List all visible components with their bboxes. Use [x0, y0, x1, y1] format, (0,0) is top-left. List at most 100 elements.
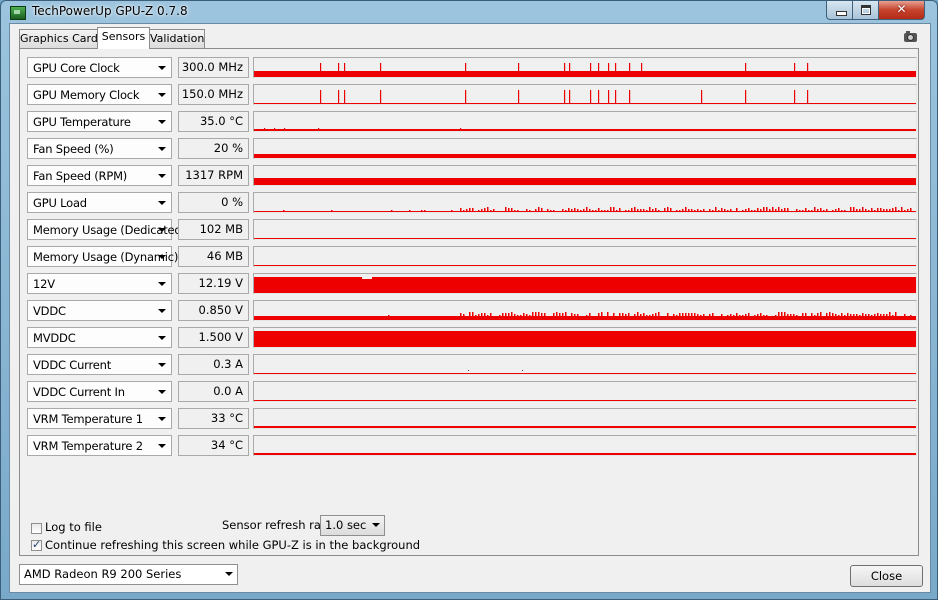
- sensor-graph-noise: [703, 209, 705, 212]
- sensor-graph-noise: [697, 314, 699, 317]
- sensor-graph-noise: [622, 313, 624, 317]
- sensor-graph-noise: [757, 208, 759, 212]
- close-button[interactable]: Close: [850, 565, 923, 587]
- sensor-graph-noise: [715, 207, 717, 212]
- sensor-graph-noise: [628, 313, 630, 317]
- sensor-select[interactable]: VDDC: [27, 300, 172, 321]
- maximize-button[interactable]: [852, 1, 879, 20]
- sensor-graph-noise: [823, 210, 825, 212]
- sensor-graph-noise: [451, 210, 453, 212]
- sensor-graph-noise: [853, 314, 855, 317]
- sensor-graph-noise: [883, 314, 885, 317]
- sensor-graph-noise: [565, 312, 567, 317]
- sensor-graph-noise: [796, 209, 798, 212]
- sensor-graph-noise: [631, 316, 633, 317]
- sensor-graph-noise: [331, 210, 333, 212]
- sensor-graph-noise: [298, 211, 300, 212]
- sensor-graph-noise: [619, 313, 621, 317]
- sensor-graph-noise: [751, 210, 753, 212]
- sensor-graph-noise: [694, 313, 696, 317]
- sensor-graph-noise: [652, 314, 654, 317]
- sensor-graph-noise: [475, 315, 477, 317]
- sensor-graph-noise: [664, 316, 666, 317]
- sensor-graph-noise: [487, 315, 489, 317]
- sensor-graph-noise: [421, 210, 423, 212]
- sensor-graph-noise: [283, 210, 285, 212]
- sensor-graph-noise: [805, 208, 807, 212]
- sensor-graph-spike: [465, 90, 467, 104]
- sensor-graph-noise: [553, 313, 555, 317]
- sensor-graph-noise: [289, 211, 291, 212]
- sensor-select[interactable]: Fan Speed (%): [27, 138, 172, 159]
- sensor-graph-noise: [541, 313, 543, 317]
- sensor-graph-noise: [550, 210, 552, 212]
- sensor-graph-spike: [274, 128, 276, 131]
- sensor-select[interactable]: 12V: [27, 273, 172, 294]
- sensor-select[interactable]: Memory Usage (Dynamic): [27, 246, 178, 267]
- sensor-graph-noise: [580, 210, 582, 212]
- sensor-graph-noise: [583, 209, 585, 212]
- sensor-graph: [253, 246, 917, 267]
- window-close-button[interactable]: [878, 1, 925, 20]
- sensor-graph-noise: [778, 312, 780, 317]
- sensor-graph-spike: [590, 90, 592, 104]
- chevron-down-icon: [158, 282, 166, 286]
- sensor-graph-noise: [493, 316, 495, 317]
- sensor-graph-fill: [254, 71, 916, 77]
- sensor-graph-noise: [703, 314, 705, 317]
- sensor-graph-noise: [847, 211, 849, 212]
- sensor-graph-spike: [344, 90, 346, 104]
- sensor-select[interactable]: VRM Temperature 2: [27, 435, 172, 456]
- sensor-select[interactable]: GPU Memory Clock: [27, 84, 172, 105]
- sensor-graph-noise: [688, 209, 690, 212]
- sensor-graph: [253, 381, 917, 402]
- sensor-graph-noise: [589, 313, 591, 317]
- sensor-select[interactable]: GPU Core Clock: [27, 57, 172, 78]
- sensor-select[interactable]: VDDC Current In: [27, 381, 172, 402]
- sensor-select[interactable]: VRM Temperature 1: [27, 408, 172, 429]
- sensor-select[interactable]: VDDC Current: [27, 354, 172, 375]
- tab-graphics-card[interactable]: Graphics Card: [19, 29, 98, 48]
- sensor-select[interactable]: Fan Speed (RPM): [27, 165, 172, 186]
- sensor-graph-noise: [658, 312, 660, 317]
- sensor-graph-noise: [772, 207, 774, 212]
- sensor-graph-spike: [615, 90, 617, 104]
- sensor-graph-noise: [685, 313, 687, 317]
- sensor-graph-noise: [484, 208, 486, 212]
- sensor-select[interactable]: MVDDC: [27, 327, 172, 348]
- log-to-file-checkbox[interactable]: [31, 523, 42, 534]
- sensor-graph-noise: [490, 210, 492, 212]
- sensor-graph-noise: [463, 314, 465, 317]
- tab-sensors[interactable]: Sensors: [97, 27, 150, 49]
- sensor-graph-plot: [254, 238, 916, 239]
- title-bar[interactable]: TechPowerUp GPU-Z 0.7.8: [1, 1, 937, 23]
- sensor-value: 0.3 A: [178, 354, 249, 375]
- sensor-graph-fill: [254, 238, 916, 239]
- minimize-button[interactable]: [826, 1, 853, 20]
- sensor-graph-noise: [574, 208, 576, 212]
- sensor-graph-noise: [592, 316, 594, 317]
- sensor-graph-noise: [781, 312, 783, 317]
- chevron-down-icon: [158, 309, 166, 313]
- sensor-select[interactable]: GPU Load: [27, 192, 172, 213]
- sensor-graph-noise: [628, 210, 630, 212]
- gpu-select[interactable]: AMD Radeon R9 200 Series: [19, 564, 238, 585]
- sensor-graph-spike: [745, 63, 747, 77]
- sensor-select[interactable]: GPU Temperature: [27, 111, 172, 132]
- sensor-graph-noise: [763, 207, 765, 212]
- background-refresh-checkbox[interactable]: [31, 538, 42, 551]
- sensor-graph-noise: [829, 312, 831, 317]
- sensor-graph-noise: [667, 207, 669, 212]
- sensor-graph-noise: [808, 210, 810, 212]
- sensor-graph-fill: [254, 316, 916, 320]
- sensor-graph-noise: [874, 314, 876, 317]
- refresh-rate-select[interactable]: 1.0 sec: [320, 515, 385, 536]
- sensor-row: MVDDC 1.500 V: [20, 327, 920, 349]
- sensor-graph-noise: [805, 313, 807, 317]
- sensor-graph-noise: [682, 313, 684, 317]
- sensor-graph-spike: [318, 128, 320, 131]
- sensor-graph-noise: [565, 210, 567, 212]
- tab-validation[interactable]: Validation: [149, 29, 205, 48]
- camera-icon[interactable]: [904, 31, 917, 42]
- sensor-select[interactable]: Memory Usage (Dedicated): [27, 219, 186, 240]
